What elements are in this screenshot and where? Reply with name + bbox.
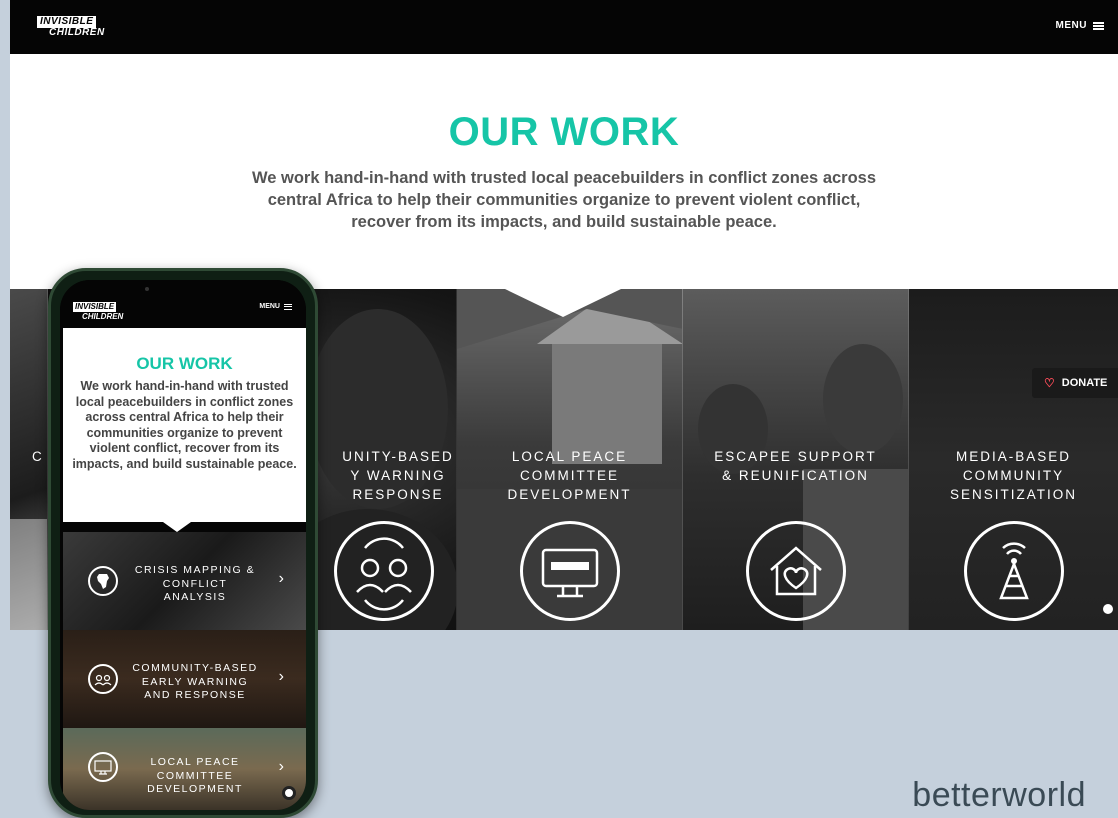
chevron-right-icon: › xyxy=(278,570,284,587)
mobile-hero-card: OUR WORK We work hand-in-hand with trust… xyxy=(63,328,306,522)
heart-icon: ♡ xyxy=(1044,376,1055,390)
chat-icon[interactable] xyxy=(1100,601,1116,617)
hero-section: OUR WORK We work hand-in-hand with trust… xyxy=(10,54,1118,233)
people-exchange-icon xyxy=(88,664,118,694)
radio-tower-icon xyxy=(963,521,1064,621)
site-logo[interactable]: INVISIBLE CHILDREN xyxy=(37,12,104,38)
camera-icon xyxy=(145,287,149,291)
top-nav: INVISIBLE CHILDREN MENU xyxy=(10,0,1118,54)
donate-label: DONATE xyxy=(1061,377,1108,389)
mobile-item-local-peace[interactable]: LOCAL PEACE COMMITTEE DEVELOPMENT › xyxy=(63,728,306,810)
mobile-site-logo[interactable]: INVISIBLE CHILDREN xyxy=(73,297,123,321)
chevron-right-icon: › xyxy=(278,758,284,775)
panel-label: UNITY-BASED Y WARNING RESPONSE xyxy=(342,449,454,502)
menu-button[interactable]: MENU xyxy=(1056,20,1104,31)
mobile-item-early-warning[interactable]: COMMUNITY-BASED EARLY WARNING AND RESPON… xyxy=(63,630,306,728)
panel-crisis-mapping[interactable]: C xyxy=(10,289,48,630)
mobile-menu-button[interactable]: MENU xyxy=(259,303,292,310)
phone-screen: INVISIBLE CHILDREN MENU OUR WORK We work… xyxy=(60,280,306,810)
mobile-item-label: CRISIS MAPPING & CONFLICT ANALYSIS xyxy=(134,564,256,603)
mobile-card-notch xyxy=(163,522,191,532)
panel-escapee-support[interactable]: ESCAPEE SUPPORT & REUNIFICATION xyxy=(683,289,909,630)
mobile-chat-icon[interactable] xyxy=(282,786,296,800)
mobile-item-label: LOCAL PEACE COMMITTEE DEVELOPMENT xyxy=(147,756,243,795)
panel-label: LOCAL PEACE COMMITTEE DEVELOPMENT xyxy=(507,449,632,502)
mobile-top-nav: INVISIBLE CHILDREN MENU xyxy=(60,280,306,328)
panel-label: MEDIA-BASED COMMUNITY SENSITIZATION xyxy=(949,449,1077,502)
mobile-item-label: COMMUNITY-BASED EARLY WARNING AND RESPON… xyxy=(132,662,258,701)
hamburger-icon xyxy=(1093,21,1104,30)
home-heart-icon xyxy=(745,521,846,621)
africa-map-icon xyxy=(88,566,118,596)
panel-label: C xyxy=(32,449,44,464)
brand-wordmark: betterworld xyxy=(912,776,1086,814)
monitor-icon xyxy=(519,521,620,621)
menu-label: MENU xyxy=(1055,20,1087,31)
panel-label: ESCAPEE SUPPORT & REUNIFICATION xyxy=(714,449,877,483)
hamburger-icon xyxy=(284,303,292,310)
mobile-item-crisis-mapping[interactable]: CRISIS MAPPING & CONFLICT ANALYSIS › xyxy=(63,532,306,630)
mobile-page-title: OUR WORK xyxy=(136,354,233,373)
donate-button[interactable]: ♡ DONATE xyxy=(1032,368,1118,398)
phone-mockup: INVISIBLE CHILDREN MENU OUR WORK We work… xyxy=(48,268,318,818)
mobile-page-description: We work hand-in-hand with trusted local … xyxy=(72,379,297,471)
page-title: OUR WORK xyxy=(448,110,680,154)
panel-media-based[interactable]: MEDIA-BASED COMMUNITY SENSITIZATION xyxy=(909,289,1118,630)
chevron-right-icon: › xyxy=(278,668,284,685)
panel-local-peace[interactable]: LOCAL PEACE COMMITTEE DEVELOPMENT xyxy=(457,289,683,630)
page-description: We work hand-in-hand with trusted local … xyxy=(251,169,877,231)
monitor-icon xyxy=(88,752,118,782)
people-exchange-icon xyxy=(334,521,434,621)
section-notch xyxy=(505,289,621,317)
